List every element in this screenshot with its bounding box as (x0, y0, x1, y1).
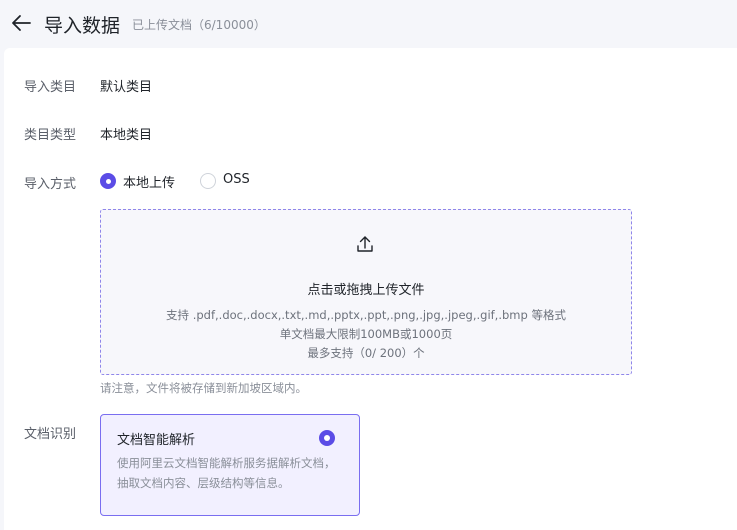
card-title: 文档智能解析 (117, 433, 196, 448)
page-title: 导入数据 (44, 15, 121, 37)
radio-checked-icon (100, 173, 116, 189)
page-header: 导入数据 已上传文档（6/10000） (0, 0, 737, 46)
upload-icon (357, 236, 373, 252)
radio-oss-label: OSS (223, 172, 250, 187)
upload-formats-hint: 支持 .pdf,.doc,.docx,.txt,.md,.pptx,.ppt,.… (166, 308, 566, 322)
doc-smart-parse-card[interactable]: 文档智能解析 使用阿里云文档智能解析服务据解析文档，抽取文档内容、层级结构等信息… (100, 414, 360, 516)
upload-limit-hint: 单文档最大限制100MB或1000页 (279, 327, 453, 341)
import-form-panel: 导入类目 默认类目 类目类型 本地类目 导入方式 本地上传 OSS 点击或拖拽上… (4, 48, 737, 530)
import-method-label: 导入方式 (24, 177, 77, 192)
storage-region-note: 请注意，文件将被存储到新加坡区域内。 (100, 381, 307, 395)
upload-main-text: 点击或拖拽上传文件 (307, 283, 425, 298)
card-description: 使用阿里云文档智能解析服务据解析文档，抽取文档内容、层级结构等信息。 (117, 456, 336, 490)
file-upload-dropzone[interactable]: 点击或拖拽上传文件 支持 .pdf,.doc,.docx,.txt,.md,.p… (100, 209, 632, 375)
category-value: 默认类目 (100, 80, 153, 95)
radio-checked-icon[interactable] (319, 430, 335, 446)
uploaded-count: 已上传文档（6/10000） (132, 18, 266, 32)
upload-count-hint: 最多支持（0/ 200）个 (307, 346, 425, 360)
category-label: 导入类目 (24, 80, 77, 95)
doc-recognition-label: 文档识别 (24, 427, 77, 442)
category-type-value: 本地类目 (100, 128, 153, 143)
radio-local-upload-label: 本地上传 (123, 176, 176, 191)
back-arrow-icon[interactable] (10, 12, 32, 34)
category-type-label: 类目类型 (24, 128, 77, 143)
radio-unchecked-icon (200, 173, 216, 189)
